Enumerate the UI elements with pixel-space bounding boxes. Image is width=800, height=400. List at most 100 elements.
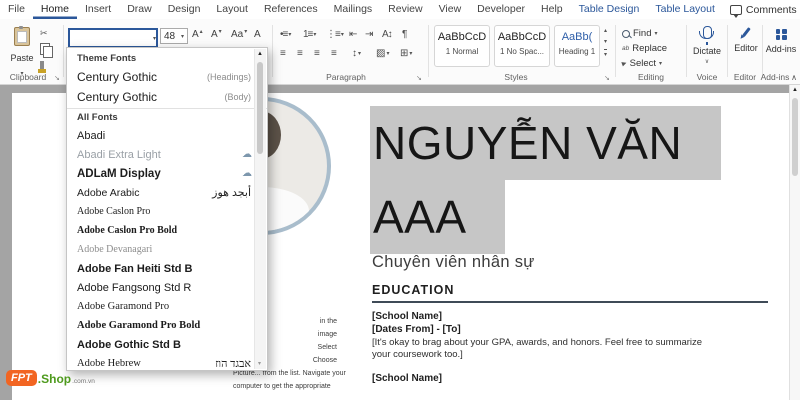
tab-table-design[interactable]: Table Design	[571, 0, 648, 19]
line-spacing-button[interactable]: ↕ ▾	[352, 46, 361, 60]
font-option[interactable]: Century Gothic (Headings)	[67, 67, 267, 87]
education-section-heading[interactable]: EDUCATION	[372, 283, 768, 303]
tab-view[interactable]: View	[431, 0, 470, 19]
document-scrollbar[interactable]: ▲	[789, 84, 800, 400]
school-dates-1[interactable]: [Dates From] - [To]	[372, 324, 461, 335]
change-case-button[interactable]: Aa ▾	[231, 29, 247, 40]
font-option[interactable]: Adobe Gothic Std B	[67, 335, 267, 354]
numbering-button[interactable]: 1≡ ▾	[303, 27, 316, 41]
all-fonts-header: All Fonts	[67, 108, 267, 126]
dictate-button[interactable]: Dictate ∨	[690, 24, 724, 65]
scrollbar-thumb[interactable]	[792, 98, 798, 176]
font-name-input[interactable]	[70, 32, 153, 44]
dropdown-scroll-up-icon[interactable]: ▲	[257, 51, 263, 57]
clear-formatting-button[interactable]: A	[254, 29, 261, 40]
align-left-button[interactable]: ≡	[280, 46, 286, 60]
chevron-down-icon: ∨	[704, 59, 710, 65]
show-paragraph-marks-button[interactable]: ¶	[402, 27, 407, 41]
font-option[interactable]: ADLaM Display ☁	[67, 164, 267, 183]
find-label: Find	[633, 28, 652, 39]
multilevel-list-button[interactable]: ⋮≡ ▾	[326, 27, 344, 41]
font-name-caret-icon[interactable]: ▾	[153, 35, 156, 42]
comments-button[interactable]: Comments	[723, 1, 800, 19]
font-option[interactable]: Abadi	[67, 126, 267, 145]
tab-draw[interactable]: Draw	[119, 0, 160, 19]
find-button[interactable]: Find ▾	[622, 27, 658, 40]
styles-scroll-down-icon[interactable]: ▾	[604, 38, 607, 45]
clear-formatting-icon: A	[254, 29, 261, 40]
replace-button[interactable]: ab Replace	[622, 42, 667, 55]
collapse-ribbon-icon[interactable]: ∧	[791, 73, 797, 82]
cut-button[interactable]: ✂	[40, 27, 58, 40]
font-option[interactable]: Adobe Garamond Pro	[67, 297, 267, 316]
school-name-2[interactable]: [School Name]	[372, 373, 442, 384]
tab-table-layout[interactable]: Table Layout	[647, 0, 723, 19]
font-option[interactable]: Adobe Fangsong Std R	[67, 278, 267, 297]
editor-button[interactable]: Editor	[731, 27, 761, 53]
font-option[interactable]: Adobe Fan Heiti Std B	[67, 259, 267, 278]
font-option[interactable]: Adobe Caslon Pro Bold	[67, 221, 267, 240]
font-option[interactable]: Adobe Garamond Pro Bold	[67, 316, 267, 335]
shading-button[interactable]: ▨ ▾	[376, 46, 389, 60]
borders-button[interactable]: ⊞ ▾	[400, 46, 412, 60]
font-name-combobox[interactable]: ▾	[68, 28, 158, 48]
grow-font-button[interactable]: A ▴	[192, 29, 203, 40]
tab-review[interactable]: Review	[380, 0, 430, 19]
align-center-button[interactable]: ≡	[297, 46, 303, 60]
name-heading-line2[interactable]: AAA	[370, 180, 505, 254]
dropdown-scrollbar[interactable]: ▲ ▾	[254, 49, 266, 369]
align-right-button[interactable]: ≡	[314, 46, 320, 60]
education-description[interactable]: [It's okay to brag about your GPA, award…	[372, 337, 704, 361]
font-size-combobox[interactable]: 48 ▾	[160, 28, 188, 44]
select-button[interactable]: ▶ Select ▾	[621, 57, 662, 70]
style-name: 1 No Spac...	[499, 47, 545, 56]
tab-mailings[interactable]: Mailings	[326, 0, 381, 19]
clipboard-dialog-launcher-icon[interactable]: ↘	[54, 74, 60, 82]
format-painter-button[interactable]	[38, 58, 58, 73]
copy-button[interactable]	[40, 42, 58, 58]
paste-button[interactable]: Paste ▾	[6, 25, 38, 79]
sort-button[interactable]: A↕	[382, 27, 393, 41]
font-option[interactable]: Adobe Caslon Pro	[67, 202, 267, 221]
styles-scroll-up-icon[interactable]: ▴	[604, 27, 607, 34]
selected-text-highlight: NGUYỄN VĂN	[370, 106, 721, 180]
job-title-text[interactable]: Chuyên viên nhân sự	[372, 253, 535, 272]
tab-design[interactable]: Design	[160, 0, 209, 19]
bullet-list-button[interactable]: •≡ ▾	[280, 27, 291, 41]
name-heading-line1[interactable]: NGUYỄN VĂN	[370, 106, 721, 180]
tab-references[interactable]: References	[256, 0, 326, 19]
style-normal[interactable]: AaBbCcD 1 Normal	[434, 25, 490, 67]
tab-developer[interactable]: Developer	[469, 0, 533, 19]
shrink-font-button[interactable]: A ▾	[211, 29, 222, 40]
font-option[interactable]: Abadi Extra Light ☁	[67, 145, 267, 164]
tab-home[interactable]: Home	[33, 0, 77, 19]
font-option[interactable]: Century Gothic (Body)	[67, 87, 267, 107]
style-no-spacing[interactable]: AaBbCcD 1 No Spac...	[494, 25, 550, 67]
justify-button[interactable]: ≡	[331, 46, 337, 60]
font-option[interactable]: Adobe Arabic أبجد هوز	[67, 183, 267, 202]
dropdown-scroll-down-icon[interactable]: ▾	[258, 360, 261, 367]
scroll-up-icon[interactable]: ▲	[792, 87, 798, 93]
dropdown-scrollbar-thumb[interactable]	[257, 62, 263, 154]
tab-help[interactable]: Help	[533, 0, 571, 19]
font-option[interactable]: Adobe Hebrew אבגד הוז	[67, 354, 267, 373]
styles-pane-icon[interactable]: ▾	[604, 49, 608, 58]
paragraph-dialog-launcher-icon[interactable]: ↘	[416, 74, 422, 82]
school-name-1[interactable]: [School Name]	[372, 311, 442, 322]
font-sample-text: אבגד הוז	[215, 357, 251, 370]
font-option-name: Adobe Fangsong Std R	[77, 281, 192, 294]
tab-layout[interactable]: Layout	[208, 0, 256, 19]
increase-indent-button[interactable]: ⇥	[365, 27, 373, 41]
align-left-icon: ≡	[280, 47, 286, 59]
tab-insert[interactable]: Insert	[77, 0, 119, 19]
decrease-indent-button[interactable]: ⇤	[349, 27, 357, 41]
font-sample-text: أبجد هوز	[212, 187, 251, 199]
addins-button[interactable]: Add-ins	[764, 27, 798, 54]
caret-down-icon: ▾	[358, 50, 362, 57]
paste-clipboard-icon	[14, 26, 30, 46]
cloud-download-icon: ☁	[242, 168, 252, 179]
style-heading1[interactable]: AaBb( Heading 1	[554, 25, 600, 67]
tab-file[interactable]: File	[0, 0, 33, 19]
font-option[interactable]: Adobe Devanagari	[67, 240, 267, 259]
styles-dialog-launcher-icon[interactable]: ↘	[604, 74, 610, 82]
